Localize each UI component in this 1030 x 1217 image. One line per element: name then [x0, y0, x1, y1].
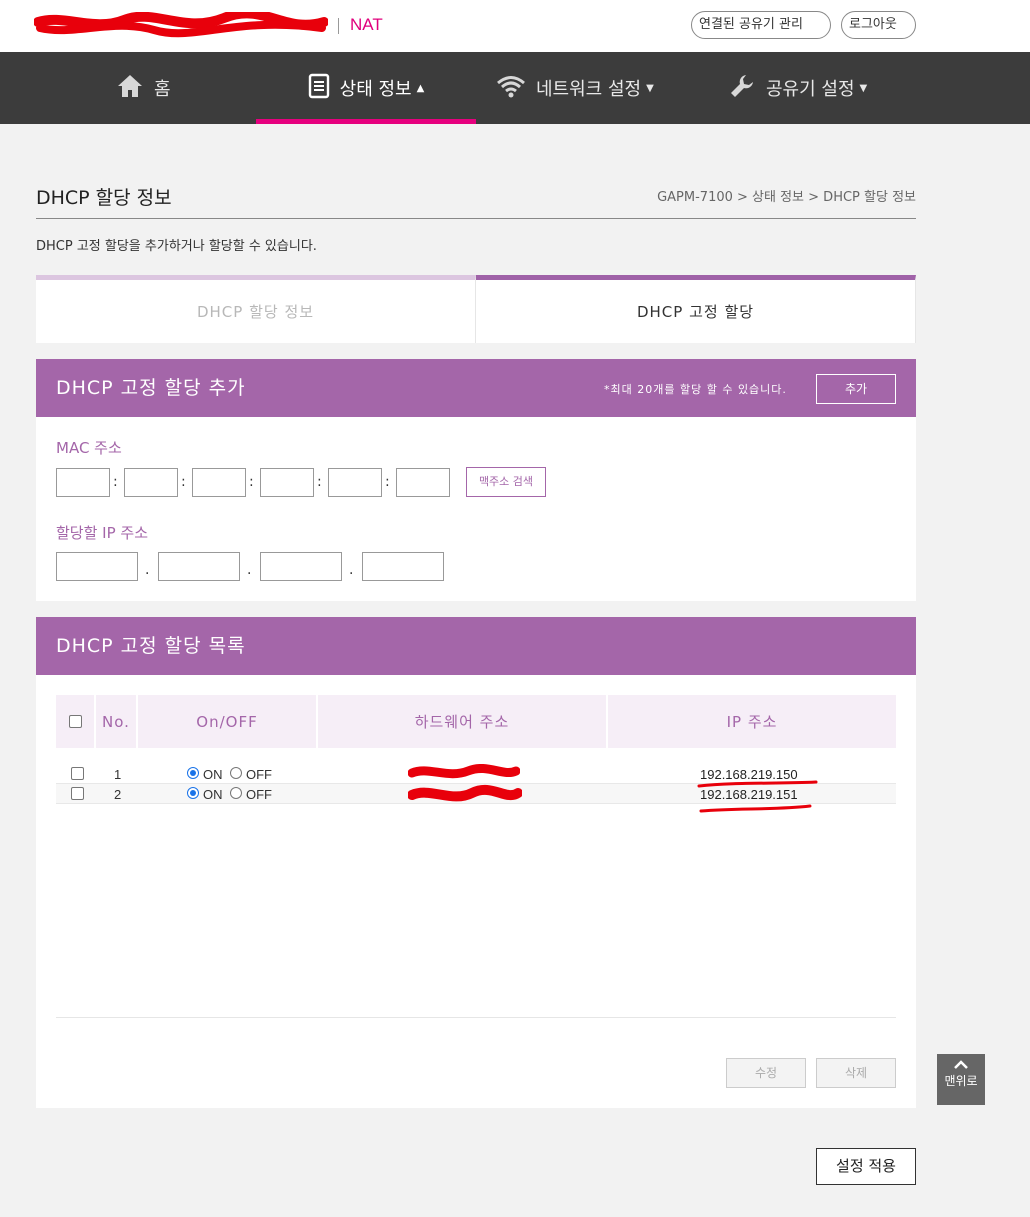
top-bar: NAT 연결된 공유기 관리 로그아웃: [0, 0, 1030, 52]
chevron-up-icon: [954, 1060, 968, 1069]
ip-octet-2-input[interactable]: [158, 552, 240, 581]
max-entries-note: *최대 20개를 할당 할 수 있습니다.: [604, 383, 787, 396]
mac-address-label: MAC 주소: [56, 439, 122, 457]
row-on-radio[interactable]: [187, 767, 199, 779]
breadcrumb: GAPM-7100 > 상태 정보 > DHCP 할당 정보: [657, 190, 916, 205]
row-off-radio[interactable]: [230, 787, 242, 799]
caret-up-icon: ▲: [416, 82, 425, 94]
page-title: DHCP 할당 정보: [36, 187, 172, 209]
document-icon: [308, 73, 330, 104]
connected-router-manage-button[interactable]: 연결된 공유기 관리: [691, 11, 831, 39]
delete-button[interactable]: 삭제: [816, 1058, 896, 1088]
ip-address-label: 할당할 IP 주소: [56, 524, 149, 542]
row-on-radio[interactable]: [187, 787, 199, 799]
nav-item-router-settings[interactable]: 공유기 설정 ▼: [728, 52, 867, 124]
mac-octet-3-input[interactable]: [192, 468, 246, 497]
nav-item-status[interactable]: 상태 정보 ▲: [256, 52, 476, 124]
red-annotation-underline: [697, 780, 818, 813]
mac-separator: :: [249, 474, 254, 490]
ip-octet-1-input[interactable]: [56, 552, 138, 581]
mac-separator: :: [385, 474, 390, 490]
mac-octet-1-input[interactable]: [56, 468, 110, 497]
edit-button[interactable]: 수정: [726, 1058, 806, 1088]
ip-separator: .: [349, 562, 354, 578]
mac-octet-6-input[interactable]: [396, 468, 450, 497]
list-panel-title: DHCP 고정 할당 목록: [36, 617, 916, 675]
nav-item-network[interactable]: 네트워크 설정 ▼: [496, 52, 654, 124]
mac-separator: :: [113, 474, 118, 490]
mac-octet-4-input[interactable]: [260, 468, 314, 497]
row-number: 2: [114, 787, 122, 802]
mac-octet-2-input[interactable]: [124, 468, 178, 497]
mac-octet-5-input[interactable]: [328, 468, 382, 497]
wrench-icon: [728, 72, 756, 105]
scroll-top-label: 맨위로: [944, 1074, 978, 1088]
redacted-hw-address: [408, 784, 522, 802]
mac-separator: :: [317, 474, 322, 490]
ip-separator: .: [145, 562, 150, 578]
redacted-brand-name: [34, 12, 328, 38]
scroll-to-top-button[interactable]: 맨위로: [937, 1054, 985, 1105]
nav-item-label: 상태 정보: [339, 79, 412, 100]
on-label: ON: [203, 767, 223, 782]
tab-dhcp-info[interactable]: DHCP 할당 정보: [36, 275, 476, 343]
nav-item-label: 네트워크 설정: [536, 79, 642, 100]
row-off-radio[interactable]: [230, 767, 242, 779]
redacted-hw-address: [408, 764, 520, 779]
mac-search-button[interactable]: 맥주소 검색: [466, 467, 546, 497]
table-header-no: No.: [96, 695, 136, 748]
on-label: ON: [203, 787, 223, 802]
select-all-checkbox[interactable]: [68, 715, 82, 728]
main-nav: 홈 상태 정보 ▲ 네트워크 설정 ▼ 공유기 설정 ▼: [0, 52, 1030, 124]
table-header-hw-address: 하드웨어 주소: [318, 695, 606, 748]
home-icon: [116, 73, 144, 104]
brand-suffix: NAT: [350, 15, 383, 34]
add-button[interactable]: 추가: [816, 374, 896, 404]
table-header-onoff: On/OFF: [138, 695, 316, 748]
tab-dhcp-static[interactable]: DHCP 고정 할당: [476, 275, 916, 343]
list-bottom-divider: [56, 1017, 896, 1018]
row-number: 1: [114, 767, 122, 782]
ip-octet-3-input[interactable]: [260, 552, 342, 581]
row-checkbox[interactable]: [71, 787, 84, 800]
nav-item-label: 공유기 설정: [766, 79, 855, 100]
apply-settings-button[interactable]: 설정 적용: [816, 1148, 916, 1185]
caret-down-icon: ▼: [859, 82, 868, 94]
caret-down-icon: ▼: [646, 82, 654, 94]
wifi-icon: [496, 74, 526, 103]
logout-button[interactable]: 로그아웃: [841, 11, 916, 39]
row-checkbox[interactable]: [71, 767, 84, 780]
nav-item-label: 홈: [154, 79, 171, 100]
ip-separator: .: [247, 562, 252, 578]
ip-octet-4-input[interactable]: [362, 552, 444, 581]
table-header-select: [56, 695, 94, 748]
off-label: OFF: [246, 787, 272, 802]
active-nav-indicator: [256, 119, 476, 124]
table-header-ip: IP 주소: [608, 695, 896, 748]
off-label: OFF: [246, 767, 272, 782]
brand-divider: [338, 18, 339, 34]
mac-separator: :: [181, 474, 186, 490]
nav-item-home[interactable]: 홈: [116, 52, 171, 124]
page-description: DHCP 고정 할당을 추가하거나 할당할 수 있습니다.: [36, 239, 317, 254]
title-divider: [36, 218, 916, 219]
